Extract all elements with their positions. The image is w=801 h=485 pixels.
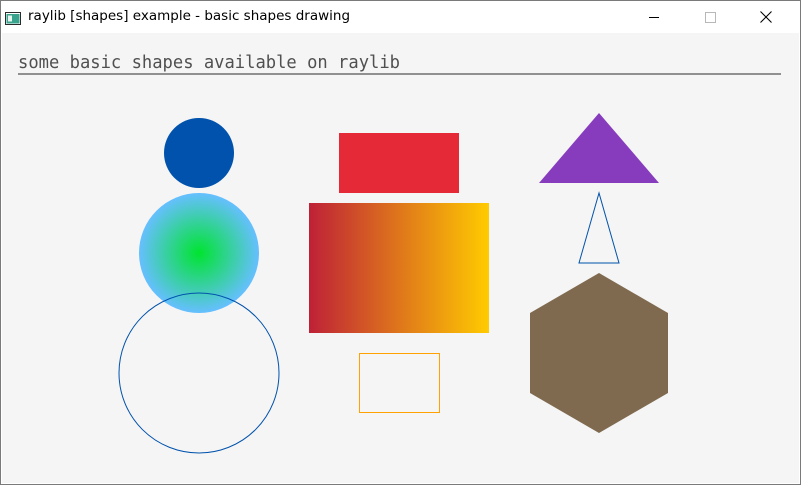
canvas-heading: some basic shapes available on raylib [18, 52, 400, 73]
brown-hexagon [530, 273, 668, 433]
title-bar[interactable]: raylib [shapes] example - basic shapes d… [1, 1, 800, 33]
maximize-icon [705, 12, 716, 23]
maximize-button[interactable] [687, 1, 733, 33]
close-icon [760, 11, 772, 23]
app-window-icon [5, 10, 21, 25]
gradient-rectangle [309, 203, 489, 333]
window-title: raylib [shapes] example - basic shapes d… [28, 8, 351, 24]
gradient-circle [139, 193, 259, 313]
minimize-icon [649, 17, 659, 18]
minimize-button[interactable] [631, 1, 677, 33]
rectangle-outline [359, 353, 440, 413]
close-button[interactable] [743, 1, 789, 33]
render-canvas[interactable]: some basic shapes available on raylib [2, 33, 799, 483]
triangle-outline [578, 191, 620, 264]
app-window: raylib [shapes] example - basic shapes d… [0, 0, 801, 485]
solid-circle [164, 118, 234, 188]
red-rectangle [339, 133, 459, 193]
violet-triangle [539, 113, 659, 183]
circle-outline [118, 292, 280, 454]
